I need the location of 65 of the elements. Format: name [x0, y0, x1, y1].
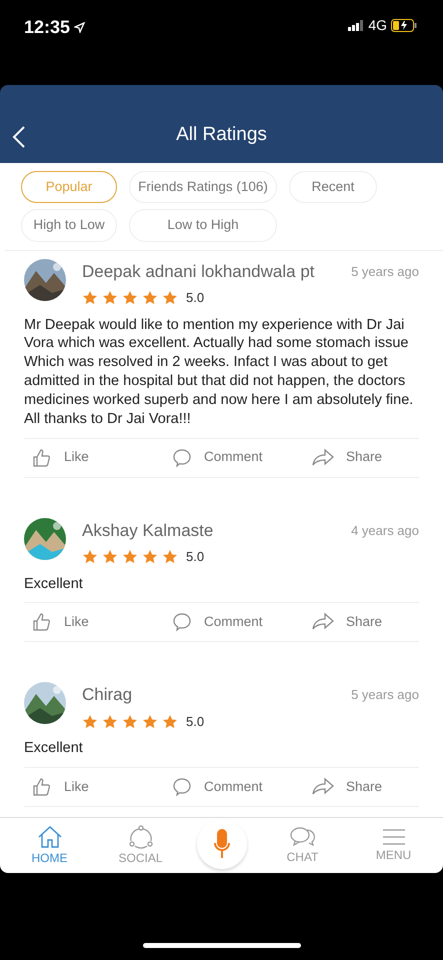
comment-button[interactable]: Comment: [172, 447, 263, 468]
reviewer-name: Chirag: [82, 684, 132, 706]
reviewer-name: Akshay Kalmaste: [82, 520, 214, 542]
share-icon: [312, 612, 334, 632]
star-icon: [162, 714, 178, 730]
home-tab[interactable]: HOME: [14, 824, 84, 866]
star-icon: [122, 290, 138, 306]
review-time: 5 years ago: [351, 686, 419, 704]
star-icon: [162, 548, 178, 565]
comment-button[interactable]: Comment: [172, 612, 263, 633]
review-text: Mr Deepak would like to mention my experience with Dr Jai Vora which was excellent. Actually had some stomach issue Which was resolved in 2 weeks. Infact I was about to get admitted in the hospital but that did not happen, the doctors medicines worked superb and now here I am absolutely fine. All thanks to Dr Jai Vora!!!: [24, 316, 414, 429]
comment-button[interactable]: Comment: [172, 777, 263, 798]
comment-icon: [172, 448, 192, 468]
chat-tab[interactable]: CHAT: [268, 826, 338, 866]
social-tab[interactable]: SOCIAL: [106, 824, 176, 866]
like-button[interactable]: Like: [32, 777, 89, 798]
like-icon: [32, 448, 52, 468]
page-title: All Ratings: [176, 124, 267, 147]
review-time: 5 years ago: [351, 262, 419, 281]
star-icon: [142, 548, 158, 565]
share-icon: [312, 448, 334, 468]
like-button[interactable]: Like: [32, 612, 89, 633]
signal-icon: [348, 20, 364, 30]
star-icon: [82, 714, 98, 730]
star-icon: [122, 714, 138, 730]
comment-icon: [172, 612, 192, 632]
microphone-icon: [214, 828, 230, 858]
rating-score: 5.0: [186, 548, 204, 566]
star-icon: [122, 548, 138, 565]
review-text: Excellent: [24, 739, 84, 758]
share-button[interactable]: Share: [312, 447, 382, 468]
rating-score: 5.0: [186, 712, 204, 731]
filter-chip[interactable]: Low to High: [129, 209, 277, 242]
location-icon: [74, 22, 86, 32]
menu-icon: [382, 828, 406, 846]
reviewer-name: Deepak adnani lokhandwala pt: [82, 260, 315, 282]
star-icon: [142, 290, 158, 306]
star-icon: [102, 714, 118, 730]
star-icon: [102, 290, 118, 306]
comment-icon: [172, 777, 192, 798]
star-icon: [142, 714, 158, 730]
microphone-button[interactable]: [196, 818, 246, 868]
menu-tab[interactable]: MENU: [358, 828, 428, 864]
home-icon: [36, 824, 62, 848]
filter-chip[interactable]: Friends Ratings (106): [129, 171, 277, 204]
star-icon: [82, 548, 98, 565]
star-icon: [82, 290, 98, 306]
review-time: 4 years ago: [351, 522, 419, 540]
social-icon: [128, 824, 154, 848]
share-icon: [312, 777, 334, 798]
like-icon: [32, 612, 52, 632]
star-icon: [162, 290, 178, 306]
like-button[interactable]: Like: [32, 447, 89, 468]
filter-chip[interactable]: High to Low: [21, 209, 117, 242]
share-button[interactable]: Share: [312, 612, 382, 633]
share-button[interactable]: Share: [312, 777, 382, 798]
network-label: 4G: [368, 16, 387, 34]
star-icon: [102, 548, 118, 565]
review-text: Excellent: [24, 574, 84, 594]
rating-score: 5.0: [186, 289, 204, 307]
status-time: 12:35: [24, 16, 70, 38]
chat-icon: [288, 826, 316, 848]
like-icon: [32, 777, 52, 798]
battery-icon: [391, 18, 417, 32]
filter-chip[interactable]: Recent: [289, 171, 377, 204]
